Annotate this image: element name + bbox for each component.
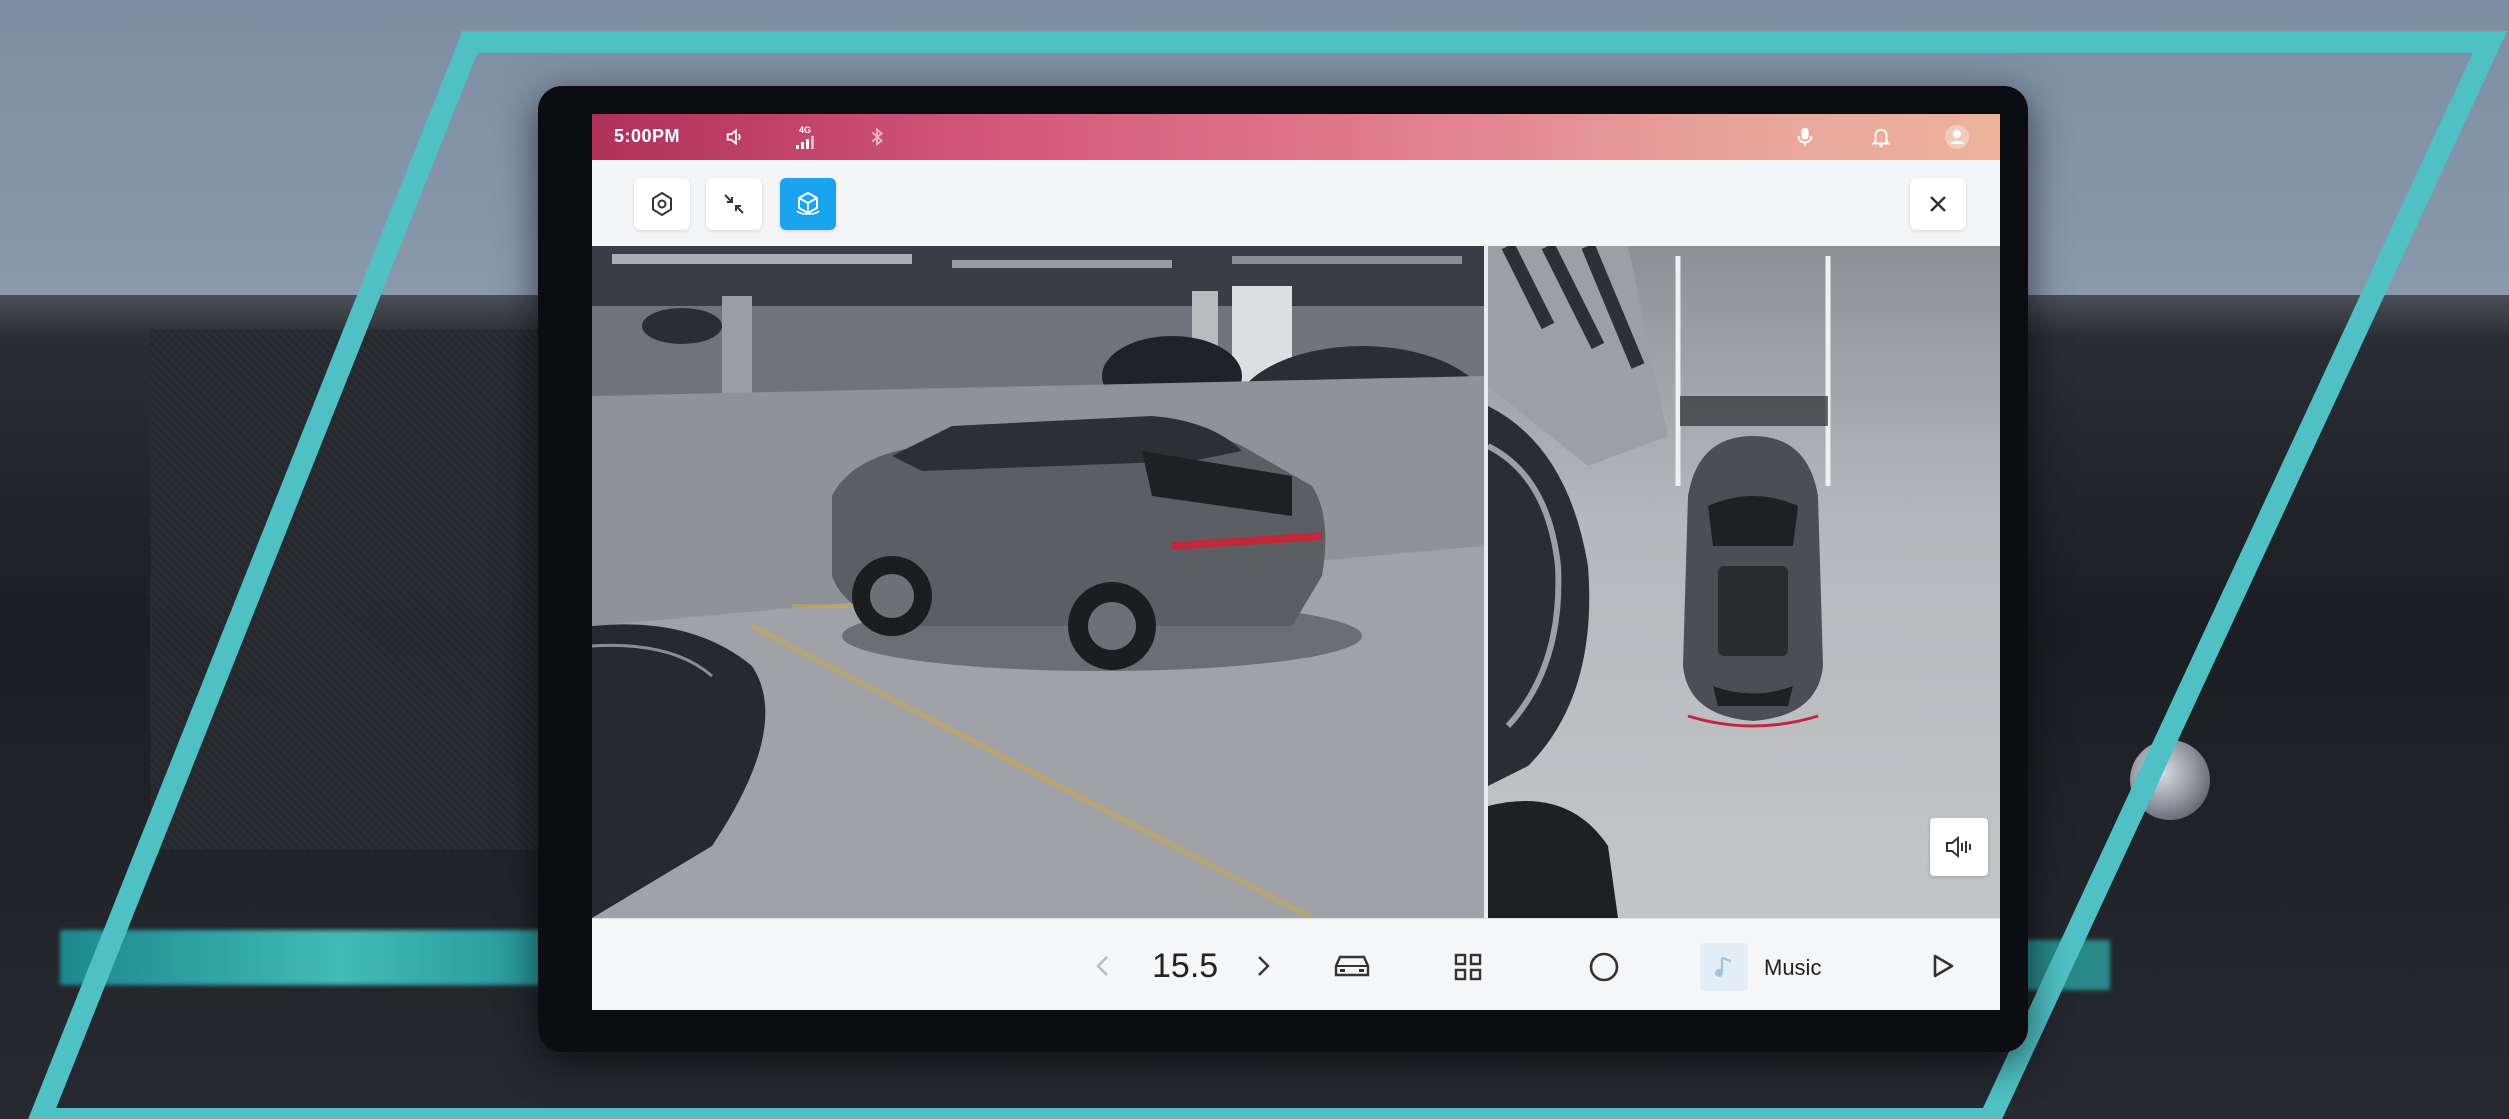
volume-icon[interactable] [722,124,748,150]
play-icon[interactable] [1926,949,1960,983]
apps-grid-icon[interactable] [1448,947,1488,987]
status-bar: 5:00PM 4G [592,114,2000,160]
home-icon[interactable] [1582,945,1626,989]
minimize-button[interactable] [706,178,762,230]
settings-button[interactable] [634,178,690,230]
temperature-increase-icon[interactable] [1252,951,1276,981]
ambient-light-right [2020,940,2110,990]
camera-toolbar [592,160,2000,247]
parking-scene-top [1488,246,1831,918]
signal-icon: 4G [792,124,818,150]
ambient-light-left [60,930,620,985]
notification-icon[interactable] [1868,124,1894,150]
close-button[interactable] [1910,178,1966,230]
close-icon [1930,196,1946,212]
car-icon[interactable] [1330,945,1374,985]
microphone-icon[interactable] [1792,124,1818,150]
signal-label: 4G [798,124,811,135]
camera-view-3d[interactable] [592,246,1484,918]
minimize-icon [724,194,744,214]
dashboard-knob [2130,740,2210,820]
music-note-icon [1700,943,1748,991]
parking-scene-3d [592,246,1484,918]
bluetooth-icon [864,124,890,150]
temperature-decrease-icon[interactable] [1090,951,1114,981]
view-3d-button[interactable] [780,178,836,230]
speaker-icon [1946,835,1971,859]
camera-view-top[interactable] [1488,246,2000,918]
bottom-dock: 15.5 Music [592,918,2000,1010]
infotainment-screen: 5:00PM 4G 15.5 Music [592,114,2000,1010]
media-label[interactable]: Music [1764,955,1821,981]
status-time: 5:00PM [614,126,681,146]
settings-icon [652,191,672,217]
temperature-value: 15.5 [1152,947,1219,985]
view-3d-icon [796,191,820,215]
sound-toggle-button[interactable] [1930,818,1988,876]
profile-icon[interactable] [1944,124,1970,150]
